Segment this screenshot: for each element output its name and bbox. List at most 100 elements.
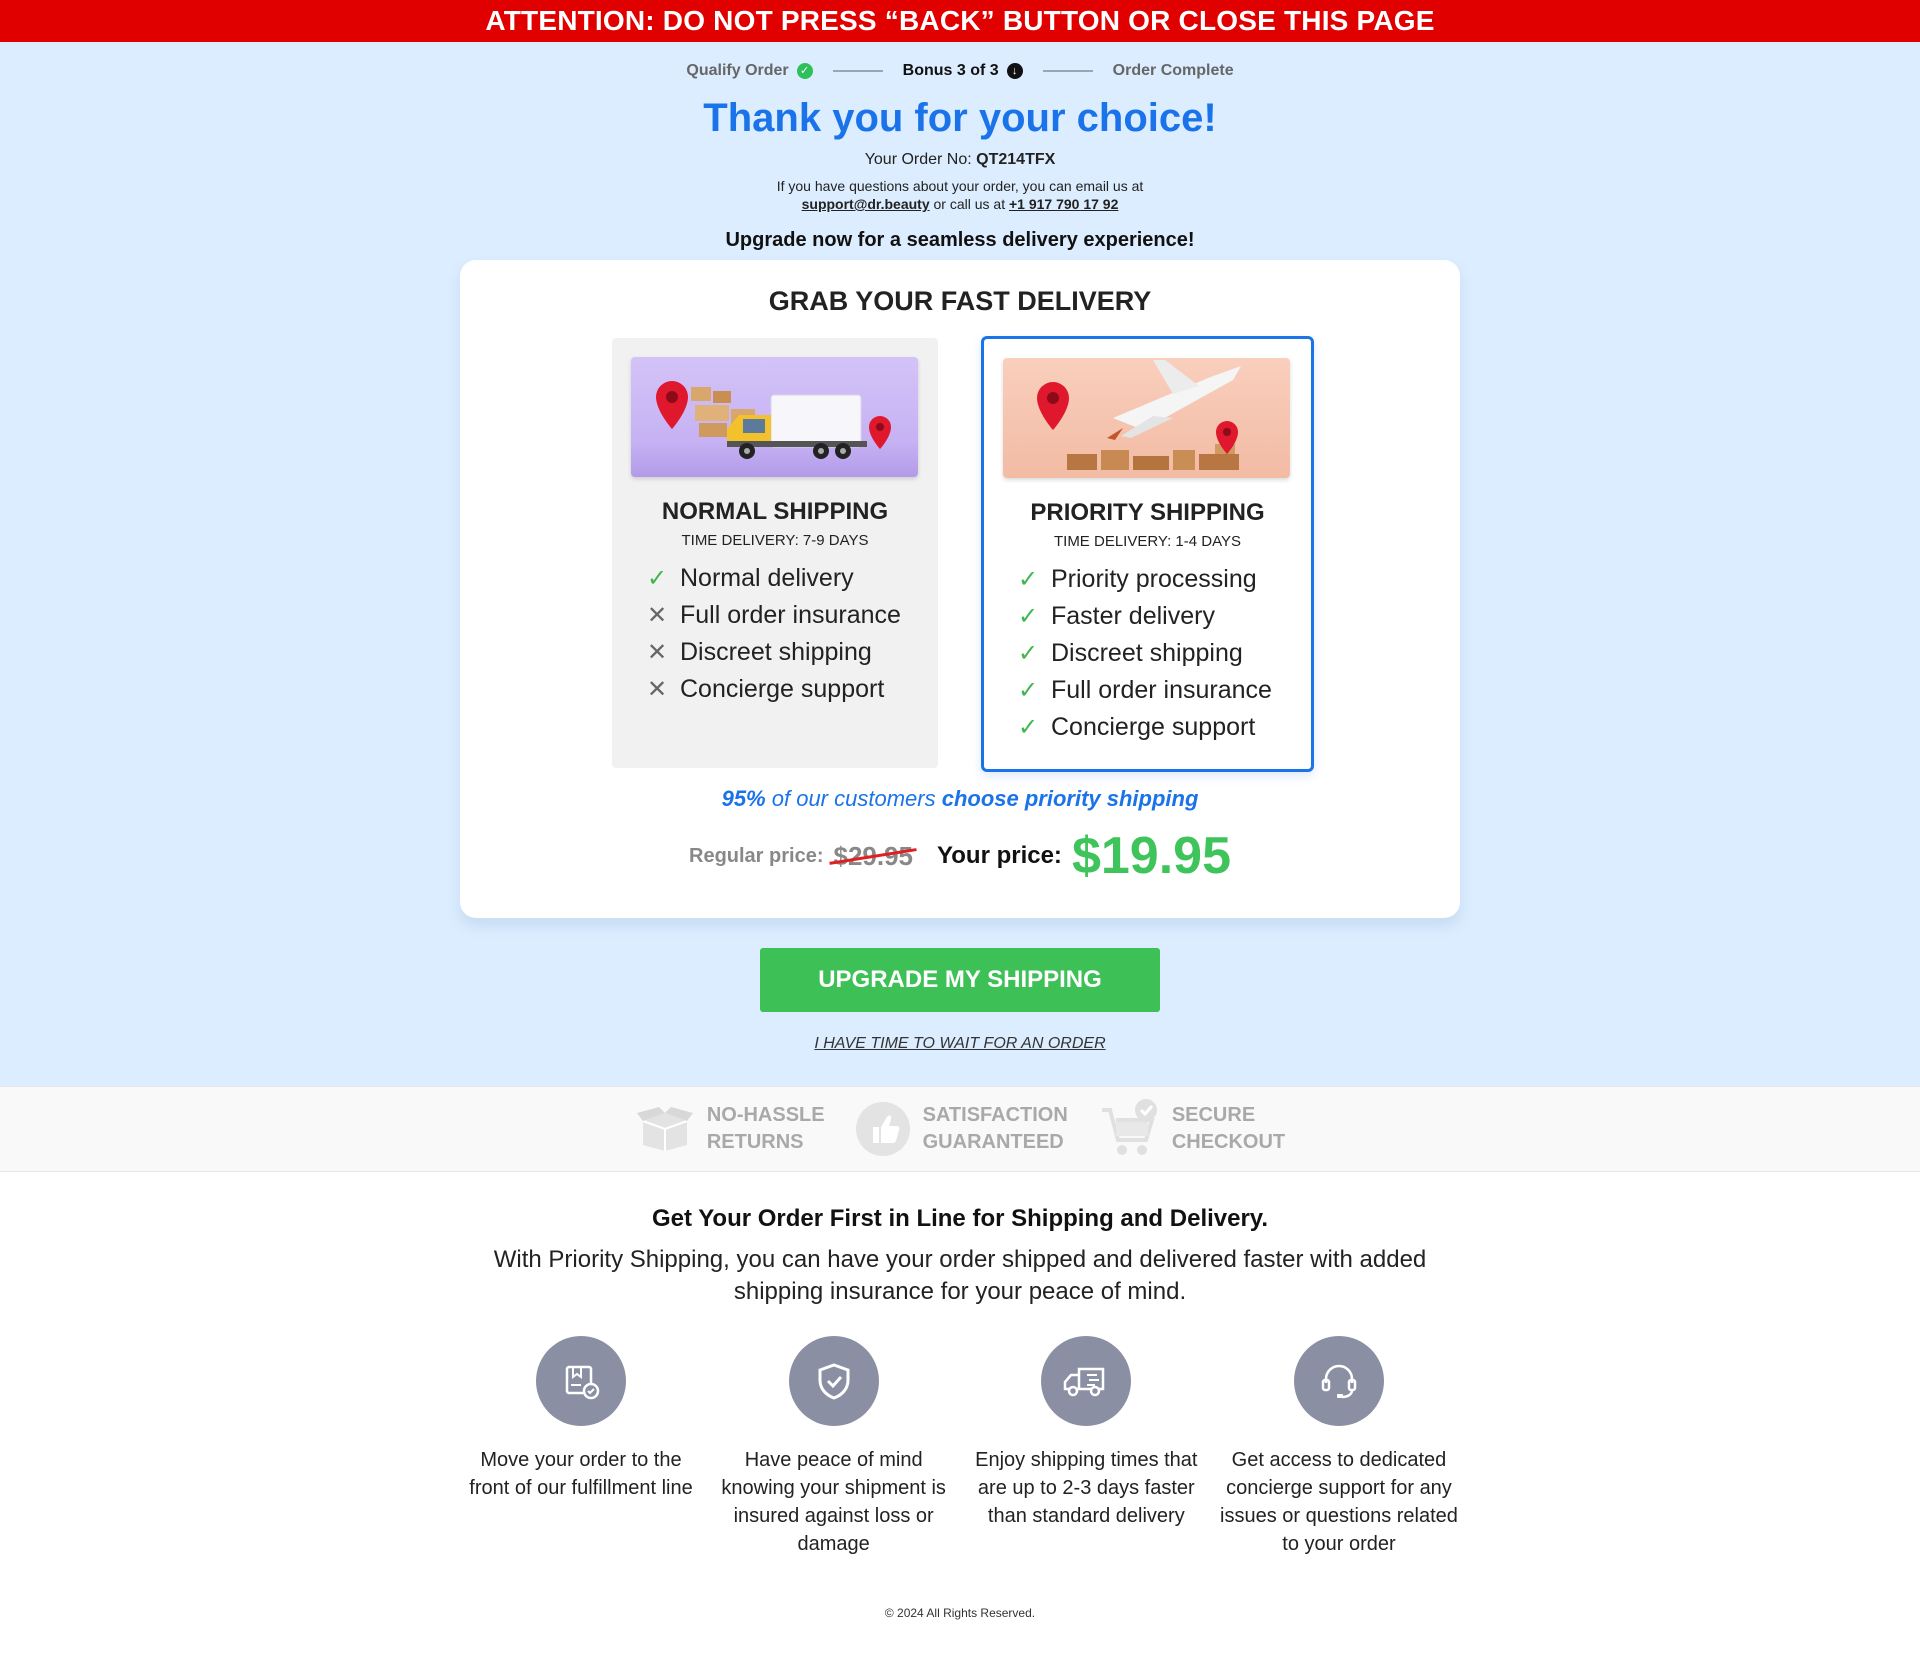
truck-illustration bbox=[631, 357, 918, 477]
support-email-link[interactable]: support@dr.beauty bbox=[802, 196, 930, 212]
popularity-percent: 95% bbox=[721, 786, 766, 811]
trust-line: GUARANTEED bbox=[922, 1131, 1064, 1153]
headset-icon bbox=[1293, 1336, 1384, 1426]
benefit-item: Have peace of mind knowing your shipment… bbox=[713, 1336, 955, 1558]
step-divider bbox=[832, 70, 883, 72]
popularity-mid: of our customers bbox=[771, 786, 936, 811]
trust-badge-secure: SECURE CHECKOUT bbox=[1098, 1098, 1285, 1160]
upgrade-prompt: Upgrade now for a seamless delivery expe… bbox=[725, 229, 1195, 251]
contact-line: If you have questions about your order, … bbox=[776, 178, 1144, 194]
decline-link[interactable]: I HAVE TIME TO WAIT FOR AN ORDER bbox=[0, 1035, 1920, 1053]
regular-price-label: Regular price: bbox=[689, 844, 824, 867]
regular-price-value: $29.95 bbox=[833, 840, 914, 871]
price-row: Regular price: $29.95 Your price: $19.95 bbox=[460, 826, 1460, 886]
cross-icon: ✕ bbox=[646, 602, 668, 629]
list-item: ✓ Priority processing bbox=[1017, 561, 1272, 598]
step-divider bbox=[1042, 70, 1093, 72]
step-label: Qualify Order bbox=[686, 62, 789, 79]
trust-line: SECURE bbox=[1171, 1104, 1256, 1126]
benefit-text: Have peace of mind knowing your shipment… bbox=[721, 1449, 946, 1555]
step-bonus: Bonus 3 of 3 ↓ bbox=[903, 62, 1023, 80]
footer-copyright: © 2024 All Rights Reserved. bbox=[884, 1606, 1036, 1620]
trust-badge-satisfaction: SATISFACTION GUARANTEED bbox=[855, 1101, 1068, 1157]
benefit-text: Enjoy shipping times that are up to 2-3 … bbox=[975, 1449, 1198, 1527]
cart-check-icon bbox=[1101, 1099, 1157, 1155]
feature-label: Normal delivery bbox=[680, 564, 854, 592]
shield-check-icon bbox=[788, 1336, 879, 1426]
list-item: ✕ Concierge support bbox=[646, 671, 901, 708]
cross-icon: ✕ bbox=[646, 676, 668, 703]
popularity-note: 95% of our customers choose priority shi… bbox=[460, 786, 1460, 812]
feature-label: Concierge support bbox=[680, 675, 885, 703]
trust-badges: NO-HASSLE RETURNS SATISFACTION GUARANTEE… bbox=[0, 1086, 1920, 1172]
benefits-title: Get Your Order First in Line for Shippin… bbox=[651, 1205, 1269, 1232]
option-name: NORMAL SHIPPING bbox=[661, 498, 889, 525]
check-icon: ✓ bbox=[1017, 603, 1039, 630]
order-label: Your Order No: bbox=[864, 151, 972, 168]
option-name: PRIORITY SHIPPING bbox=[1030, 499, 1265, 526]
check-icon: ✓ bbox=[1017, 640, 1039, 667]
benefit-text: Move your order to the front of our fulf… bbox=[469, 1449, 693, 1499]
step-label: Bonus 3 of 3 bbox=[902, 62, 999, 79]
support-phone-link[interactable]: +1 917 790 17 92 bbox=[1009, 196, 1118, 212]
fast-truck-icon bbox=[1041, 1336, 1132, 1426]
cross-icon: ✕ bbox=[646, 639, 668, 666]
your-price-value: $19.95 bbox=[1071, 827, 1231, 885]
order-number: Your Order No: QT214TFX bbox=[0, 151, 1920, 169]
contact-info: If you have questions about your order, … bbox=[0, 177, 1920, 213]
benefit-text: Get access to dedicated concierge suppor… bbox=[1220, 1449, 1458, 1555]
benefit-item: Get access to dedicated concierge suppor… bbox=[1218, 1336, 1460, 1558]
list-item: ✓ Normal delivery bbox=[646, 560, 901, 597]
airplane-illustration bbox=[1003, 358, 1290, 478]
contact-mid: or call us at bbox=[933, 196, 1006, 212]
feature-list: ✓ Priority processing ✓ Faster delivery ✓ D… bbox=[1017, 561, 1272, 746]
feature-label: Discreet shipping bbox=[1051, 639, 1243, 667]
feature-label: Full order insurance bbox=[680, 601, 901, 629]
shipping-offer-card: GRAB YOUR FAST DELIVERY NORMAL SHIPPING … bbox=[460, 260, 1460, 918]
check-icon: ✓ bbox=[1017, 714, 1039, 741]
benefits-list: Move your order to the front of our fulf… bbox=[460, 1336, 1460, 1558]
box-icon bbox=[636, 1107, 693, 1151]
priority-shipping-option[interactable]: PRIORITY SHIPPING TIME DELIVERY: 1-4 DAY… bbox=[981, 336, 1314, 772]
order-number-value: QT214TFX bbox=[976, 151, 1056, 168]
check-icon: ✓ bbox=[646, 565, 668, 592]
check-circle-icon: ✓ bbox=[796, 63, 813, 79]
list-item: ✓ Faster delivery bbox=[1017, 598, 1272, 635]
progress-steps: Qualify Order ✓ Bonus 3 of 3 ↓ Order Com… bbox=[0, 42, 1920, 80]
benefit-item: Enjoy shipping times that are up to 2-3 … bbox=[965, 1336, 1207, 1558]
list-item: ✕ Discreet shipping bbox=[646, 634, 901, 671]
feature-label: Full order insurance bbox=[1051, 676, 1272, 704]
arrow-down-circle-icon: ↓ bbox=[1006, 63, 1023, 79]
check-icon: ✓ bbox=[1017, 566, 1039, 593]
trust-line: RETURNS bbox=[706, 1131, 804, 1153]
benefit-item: Move your order to the front of our fulf… bbox=[460, 1336, 702, 1558]
package-check-icon bbox=[536, 1336, 626, 1426]
option-delivery-time: TIME DELIVERY: 7-9 DAYS bbox=[681, 532, 869, 549]
list-item: ✓ Concierge support bbox=[1017, 709, 1272, 746]
benefits-description: With Priority Shipping, you can have you… bbox=[493, 1246, 1427, 1305]
hero-section: Qualify Order ✓ Bonus 3 of 3 ↓ Order Com… bbox=[0, 42, 1920, 1086]
trust-line: NO-HASSLE bbox=[706, 1104, 825, 1126]
feature-list: ✓ Normal delivery ✕ Full order insurance ✕… bbox=[646, 560, 901, 708]
feature-label: Discreet shipping bbox=[680, 638, 872, 666]
normal-shipping-option[interactable]: NORMAL SHIPPING TIME DELIVERY: 7-9 DAYS … bbox=[612, 338, 938, 768]
option-delivery-time: TIME DELIVERY: 1-4 DAYS bbox=[1053, 533, 1241, 550]
trust-line: SATISFACTION bbox=[922, 1104, 1068, 1126]
card-title: GRAB YOUR FAST DELIVERY bbox=[768, 286, 1152, 316]
list-item: ✓ Discreet shipping bbox=[1017, 635, 1272, 672]
trust-badge-returns: NO-HASSLE RETURNS bbox=[635, 1102, 825, 1156]
feature-label: Faster delivery bbox=[1051, 602, 1215, 630]
your-price-label: Your price: bbox=[937, 842, 1062, 869]
attention-banner: ATTENTION: DO NOT PRESS “BACK” BUTTON OR… bbox=[0, 0, 1920, 42]
step-qualify-order: Qualify Order ✓ bbox=[686, 62, 813, 80]
page-title: Thank you for your choice! bbox=[703, 96, 1217, 140]
popularity-end: choose priority shipping bbox=[941, 786, 1199, 811]
step-order-complete: Order Complete bbox=[1113, 62, 1234, 80]
step-label: Order Complete bbox=[1112, 62, 1234, 79]
list-item: ✕ Full order insurance bbox=[646, 597, 901, 634]
thumbs-up-icon bbox=[855, 1102, 910, 1156]
upgrade-shipping-button[interactable]: UPGRADE MY SHIPPING bbox=[760, 948, 1160, 1012]
list-item: ✓ Full order insurance bbox=[1017, 672, 1272, 709]
feature-label: Concierge support bbox=[1051, 713, 1256, 741]
trust-line: CHECKOUT bbox=[1171, 1131, 1286, 1153]
